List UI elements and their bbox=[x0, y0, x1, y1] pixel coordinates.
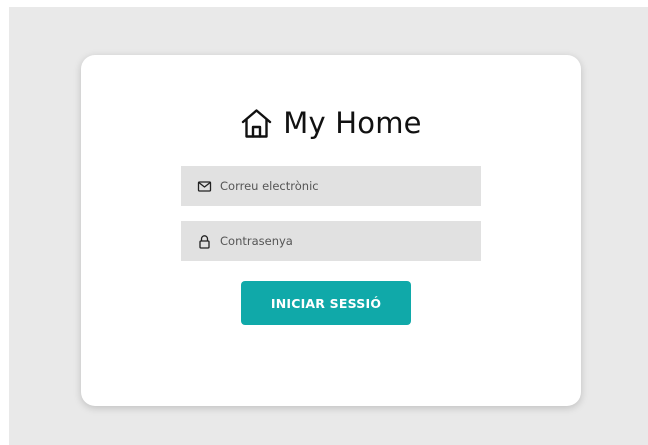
password-field[interactable] bbox=[181, 221, 481, 261]
login-card: My Home INICIAR SESSIÓ bbox=[81, 55, 581, 406]
login-button[interactable]: INICIAR SESSIÓ bbox=[241, 281, 411, 325]
email-input[interactable] bbox=[220, 179, 470, 193]
email-field[interactable] bbox=[181, 166, 481, 206]
password-input[interactable] bbox=[220, 234, 470, 248]
brand: My Home bbox=[81, 103, 581, 143]
envelope-icon bbox=[197, 179, 212, 194]
lock-icon bbox=[197, 234, 212, 249]
app-title: My Home bbox=[283, 105, 422, 140]
house-icon bbox=[240, 107, 273, 140]
page-background: My Home INICIAR SESSIÓ bbox=[9, 7, 648, 445]
